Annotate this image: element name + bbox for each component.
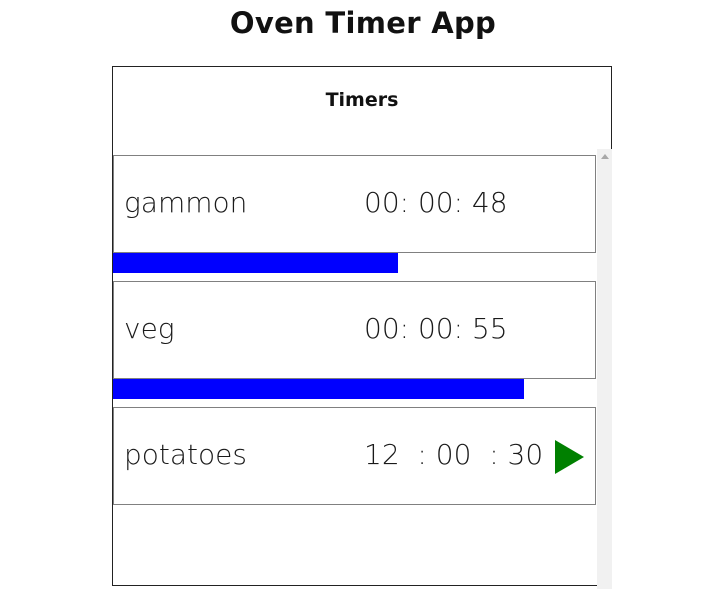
timer-name: potatoes xyxy=(124,438,247,471)
timer-row-potatoes[interactable]: potatoes 12 : 00 : 30 xyxy=(113,407,596,505)
scroll-up-arrow-icon[interactable] xyxy=(601,154,609,159)
timer-row-gammon[interactable]: gammon 00: 00: 48 xyxy=(113,155,596,253)
timer-progress-bar xyxy=(113,379,524,399)
timer-time: 00: 00: 48 xyxy=(364,186,508,219)
timer-list[interactable]: gammon 00: 00: 48 veg 00: 00: 55 potatoe… xyxy=(113,149,612,589)
play-icon[interactable] xyxy=(555,440,584,474)
timer-time: 00: 00: 55 xyxy=(364,312,508,345)
timer-time[interactable]: 12 : 00 : 30 xyxy=(364,438,543,471)
timer-progress-bar xyxy=(113,253,398,273)
scrollbar[interactable] xyxy=(597,149,612,589)
timer-name: gammon xyxy=(124,186,248,219)
timer-name: veg xyxy=(124,312,175,345)
timers-panel: Timers gammon 00: 00: 48 veg 00: 00: 55 … xyxy=(112,66,612,589)
timer-row-veg[interactable]: veg 00: 00: 55 xyxy=(113,281,596,379)
panel-header: Timers xyxy=(325,89,399,111)
app-title: Oven Timer App xyxy=(229,6,497,40)
